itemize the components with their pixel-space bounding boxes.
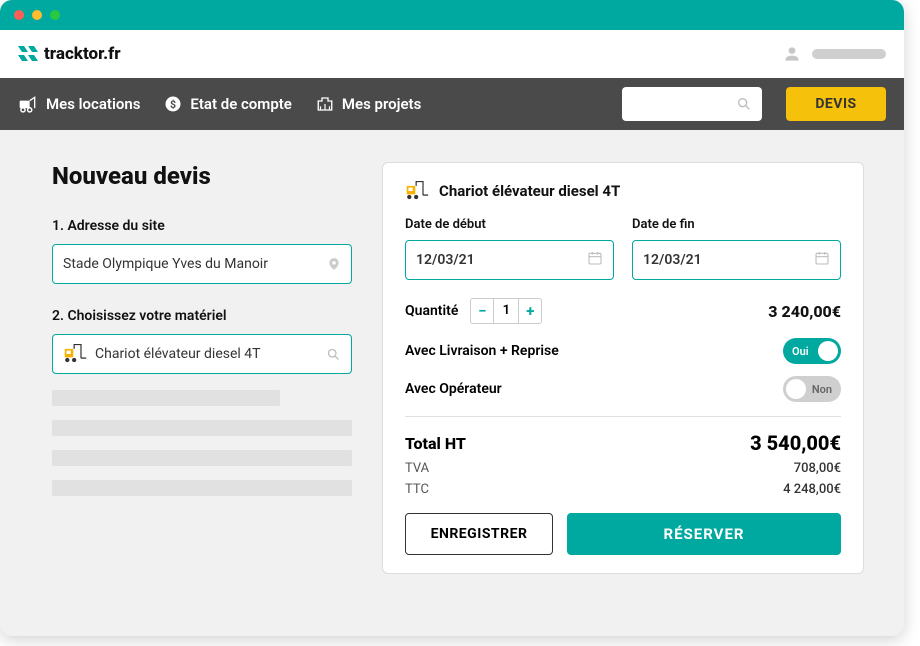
nav-account[interactable]: $ Etat de compte [164,95,291,113]
user-name-placeholder [812,49,886,59]
search-icon [736,96,752,112]
window-max-dot[interactable] [50,10,60,20]
nav-label: Mes projets [342,95,421,113]
app-window: tracktor.fr Mes locations $ Etat de comp… [0,0,904,636]
equipment-input[interactable]: Chariot élévateur diesel 4T [52,334,352,374]
skeleton-line [52,420,352,436]
search-icon [326,347,341,362]
quote-card: Chariot élévateur diesel 4T Date de débu… [382,162,864,574]
skeleton-line [52,390,280,406]
product-name: Chariot élévateur diesel 4T [439,182,620,200]
divider [405,416,841,417]
total-ht-value: 3 540,00€ [750,431,841,455]
dollar-circle-icon: $ [164,95,182,113]
nav-locations[interactable]: Mes locations [18,95,140,113]
qty-value: 1 [493,299,519,323]
equipment-value: Chariot élévateur diesel 4T [95,346,318,362]
date-end-input[interactable]: 12/03/21 [632,240,841,280]
card-header: Chariot élévateur diesel 4T [405,181,841,201]
tva-label: TVA [405,461,429,476]
delivery-row: Avec Livraison + Reprise Oui [405,338,841,364]
step2-label: 2. Choisissez votre matériel [52,308,352,324]
location-pin-icon [327,255,341,273]
operator-row: Avec Opérateur Non [405,376,841,402]
date-end-value: 12/03/21 [643,252,702,268]
quantity-stepper: − 1 + [470,298,542,324]
quote-form: Nouveau devis 1. Adresse du site Stade O… [52,162,352,574]
toggle-knob [818,341,838,361]
topbar: tracktor.fr [0,30,904,78]
forklift-icon [405,181,429,201]
window-min-dot[interactable] [32,10,42,20]
calendar-icon [814,250,830,270]
qty-increment[interactable]: + [519,299,541,323]
qty-label: Quantité [405,303,458,319]
skeleton-line [52,480,352,496]
logo-mark-icon [18,46,38,62]
date-start-value: 12/03/21 [416,252,475,268]
svg-text:$: $ [170,98,176,111]
brand-logo[interactable]: tracktor.fr [18,44,121,64]
total-ht-row: Total HT 3 540,00€ [405,431,841,455]
address-input[interactable]: Stade Olympique Yves du Manoir [52,244,352,284]
window-titlebar [0,0,904,30]
tva-row: TVA 708,00€ [405,461,841,476]
date-row: Date de début 12/03/21 Date de fin 12/03… [405,217,841,280]
operator-label: Avec Opérateur [405,381,502,397]
reserve-button[interactable]: RÉSERVER [567,513,841,555]
skeleton-list [52,390,352,496]
quantity-row: Quantité − 1 + 3 240,00€ [405,298,841,324]
forklift-icon [63,344,87,364]
user-menu[interactable] [782,44,886,64]
devis-button[interactable]: DEVIS [786,87,886,121]
tva-value: 708,00€ [794,461,841,476]
nav-label: Etat de compte [190,95,291,113]
equipment-icon [18,95,38,113]
main-content: Nouveau devis 1. Adresse du site Stade O… [0,130,904,574]
nav-label: Mes locations [46,95,140,113]
operator-toggle[interactable]: Non [783,376,841,402]
calendar-icon [587,250,603,270]
total-ht-label: Total HT [405,434,466,453]
delivery-toggle[interactable]: Oui [783,338,841,364]
date-start-label: Date de début [405,217,614,232]
date-start-input[interactable]: 12/03/21 [405,240,614,280]
qty-decrement[interactable]: − [471,299,493,323]
toggle-knob [786,379,806,399]
ttc-value: 4 248,00€ [783,482,841,497]
window-close-dot[interactable] [14,10,24,20]
delivery-label: Avec Livraison + Reprise [405,343,559,359]
brand-name: tracktor.fr [44,44,121,64]
construction-icon [316,95,334,113]
user-icon [782,44,802,64]
nav-projects[interactable]: Mes projets [316,95,421,113]
summary-panel: Chariot élévateur diesel 4T Date de débu… [382,162,864,574]
line-price: 3 240,00€ [768,302,841,321]
skeleton-line [52,450,352,466]
save-button[interactable]: ENREGISTRER [405,513,553,555]
navbar: Mes locations $ Etat de compte Mes proje… [0,78,904,130]
step1-label: 1. Adresse du site [52,218,352,234]
toggle-off-label: Non [812,383,832,396]
page-title: Nouveau devis [52,162,352,190]
ttc-row: TTC 4 248,00€ [405,482,841,497]
toggle-on-label: Oui [792,345,809,358]
action-buttons: ENREGISTRER RÉSERVER [405,513,841,555]
date-end-label: Date de fin [632,217,841,232]
ttc-label: TTC [405,482,429,497]
address-value: Stade Olympique Yves du Manoir [63,256,319,272]
nav-search-input[interactable] [622,87,762,121]
